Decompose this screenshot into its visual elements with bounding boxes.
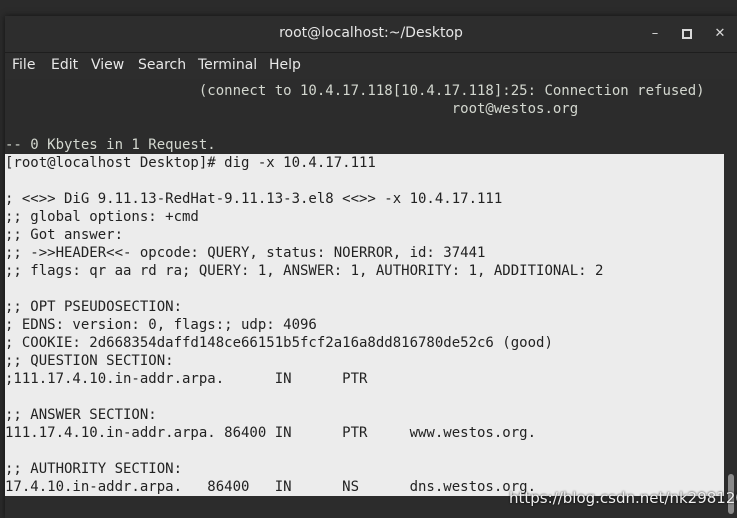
close-button[interactable]: ✕ (710, 24, 730, 44)
menu-file[interactable]: File (9, 57, 38, 73)
menu-bar: File Edit View Search Terminal Help (5, 53, 737, 79)
title-bar[interactable]: root@localhost:~/Desktop – ✕ (5, 16, 737, 53)
terminal-line: [root@localhost Desktop]# dig -x 10.4.17… (5, 154, 724, 172)
terminal-line: 111.17.4.10.in-addr.arpa. 86400 IN PTR w… (5, 424, 724, 442)
menu-terminal[interactable]: Terminal (195, 57, 260, 73)
menu-edit[interactable]: Edit (48, 57, 81, 73)
terminal-line (5, 280, 724, 298)
maximize-button[interactable] (677, 24, 697, 44)
terminal-line: (connect to 10.4.17.118[10.4.17.118]:25:… (5, 83, 705, 99)
menu-search[interactable]: Search (135, 57, 189, 73)
terminal-line: ;; OPT PSEUDOSECTION: (5, 298, 724, 316)
terminal-line: ;111.17.4.10.in-addr.arpa. IN PTR (5, 370, 724, 388)
terminal-line: root@westos.org (5, 101, 579, 117)
terminal-line: ;; ANSWER SECTION: (5, 406, 724, 424)
window-title: root@localhost:~/Desktop (279, 25, 463, 41)
menu-view[interactable]: View (88, 57, 127, 73)
terminal-window: root@localhost:~/Desktop – ✕ File Edit V… (5, 16, 737, 518)
menu-help[interactable]: Help (266, 57, 304, 73)
scrollbar[interactable] (724, 80, 737, 518)
minimize-button[interactable]: – (645, 24, 665, 44)
terminal-line (5, 172, 724, 190)
maximize-icon (682, 28, 692, 39)
terminal-line: -- 0 Kbytes in 1 Request. (5, 137, 216, 153)
terminal-line: ;; flags: qr aa rd ra; QUERY: 1, ANSWER:… (5, 262, 724, 280)
terminal-line: ;; ->>HEADER<<- opcode: QUERY, status: N… (5, 244, 724, 262)
terminal-output[interactable]: (connect to 10.4.17.118[10.4.17.118]:25:… (5, 80, 724, 518)
terminal-line: ;; global options: +cmd (5, 208, 724, 226)
terminal-line (5, 442, 724, 460)
watermark-text: https://blog.csdn.net/nk298120 (509, 489, 737, 507)
terminal-line: ; EDNS: version: 0, flags:; udp: 4096 (5, 316, 724, 334)
terminal-line: ;; Got answer: (5, 226, 724, 244)
terminal-line: ;; QUESTION SECTION: (5, 352, 724, 370)
terminal-line: ; COOKIE: 2d668354daffd148ce66151b5fcf2a… (5, 334, 724, 352)
terminal-line: ;; AUTHORITY SECTION: (5, 460, 724, 478)
terminal-line (5, 388, 724, 406)
terminal-line: ; <<>> DiG 9.11.13-RedHat-9.11.13-3.el8 … (5, 190, 724, 208)
